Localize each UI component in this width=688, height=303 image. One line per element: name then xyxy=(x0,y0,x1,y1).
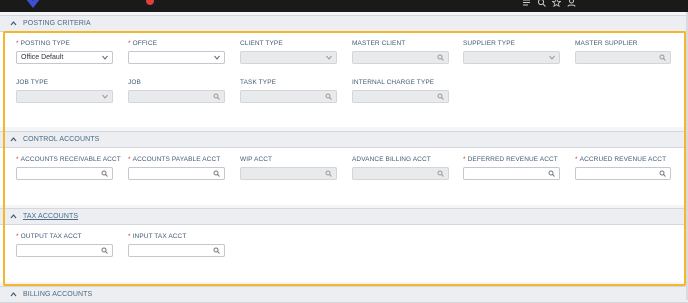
search-icon[interactable] xyxy=(101,247,108,254)
accrued-revenue-acct-label: * ACCRUED REVENUE ACCT xyxy=(575,156,667,163)
output-tax-acct-lookup[interactable] xyxy=(16,244,113,257)
master-supplier-lookup[interactable] xyxy=(575,51,671,64)
section-header-billing-accounts[interactable]: BILLING ACCOUNTS xyxy=(0,286,688,303)
master-client-label: MASTER CLIENT xyxy=(352,40,406,47)
supplier-type-select[interactable] xyxy=(463,51,560,64)
chevron-down-icon xyxy=(102,55,108,60)
search-icon[interactable] xyxy=(437,170,444,177)
chevron-up-icon[interactable] xyxy=(10,213,17,220)
posting-type-label: * POSTING TYPE xyxy=(16,40,70,47)
deferred-revenue-acct-lookup[interactable] xyxy=(463,167,560,180)
chevron-down-icon xyxy=(326,55,332,60)
search-icon[interactable] xyxy=(537,0,546,7)
star-icon[interactable] xyxy=(552,0,561,7)
search-icon[interactable] xyxy=(659,170,666,177)
section-header-tax-accounts[interactable]: TAX ACCOUNTS xyxy=(0,208,688,225)
task-type-lookup[interactable] xyxy=(240,90,337,103)
search-icon[interactable] xyxy=(437,54,444,61)
tax-accounts-panel: * OUTPUT TAX ACCT * INPUT TAX ACCT xyxy=(0,225,688,282)
job-type-select[interactable] xyxy=(16,90,113,103)
advance-billing-acct-label: ADVANCE BILLING ACCT xyxy=(352,156,431,163)
chevron-up-icon[interactable] xyxy=(10,136,17,143)
internal-charge-type-lookup[interactable] xyxy=(352,90,449,103)
job-lookup[interactable] xyxy=(128,90,225,103)
input-tax-acct-label: * INPUT TAX ACCT xyxy=(128,233,187,240)
control-accounts-panel: * ACCOUNTS RECEIVABLE ACCT * ACCOUNTS PAYA… xyxy=(0,148,688,205)
search-icon[interactable] xyxy=(213,170,220,177)
client-type-select[interactable] xyxy=(240,51,337,64)
ar-acct-lookup[interactable] xyxy=(16,167,113,180)
advance-billing-acct-lookup[interactable] xyxy=(352,167,449,180)
office-label: * OFFICE xyxy=(128,40,158,47)
ar-acct-label: * ACCOUNTS RECEIVABLE ACCT xyxy=(16,156,121,163)
master-supplier-label: MASTER SUPPLIER xyxy=(575,40,638,47)
chevron-up-icon[interactable] xyxy=(10,291,17,298)
search-icon[interactable] xyxy=(659,54,666,61)
job-type-label: JOB TYPE xyxy=(16,79,49,86)
accrued-revenue-acct-lookup[interactable] xyxy=(575,167,671,180)
chevron-down-icon xyxy=(549,55,555,60)
section-title: BILLING ACCOUNTS xyxy=(23,291,93,298)
search-icon[interactable] xyxy=(213,247,220,254)
master-client-lookup[interactable] xyxy=(352,51,449,64)
wip-acct-lookup[interactable] xyxy=(240,167,337,180)
search-icon[interactable] xyxy=(548,170,555,177)
user-icon[interactable] xyxy=(567,0,576,7)
section-title: POSTING CRITERIA xyxy=(23,20,91,27)
chevron-down-icon xyxy=(102,94,108,99)
office-select[interactable] xyxy=(128,51,225,64)
ap-acct-label: * ACCOUNTS PAYABLE ACCT xyxy=(128,156,221,163)
output-tax-acct-label: * OUTPUT TAX ACCT xyxy=(16,233,82,240)
ap-acct-lookup[interactable] xyxy=(128,167,225,180)
chevron-up-icon[interactable] xyxy=(10,20,17,27)
search-icon[interactable] xyxy=(213,93,220,100)
search-icon[interactable] xyxy=(437,93,444,100)
posting-criteria-panel: * POSTING TYPE * OFFICE CLIENT TYPE MASTER… xyxy=(0,32,688,127)
chevron-down-icon xyxy=(214,55,220,60)
section-header-control-accounts[interactable]: CONTROL ACCOUNTS xyxy=(0,131,688,148)
task-type-label: TASK TYPE xyxy=(240,79,277,86)
supplier-type-label: SUPPLIER TYPE xyxy=(463,40,516,47)
section-title: CONTROL ACCOUNTS xyxy=(23,136,100,143)
deferred-revenue-acct-label: * DEFERRED REVENUE ACCT xyxy=(463,156,558,163)
search-icon[interactable] xyxy=(325,93,332,100)
client-type-label: CLIENT TYPE xyxy=(240,40,283,47)
list-icon[interactable] xyxy=(522,0,531,7)
top-navigation-bar xyxy=(0,0,688,12)
input-tax-acct-lookup[interactable] xyxy=(128,244,225,257)
job-label: JOB xyxy=(128,79,141,86)
section-title: TAX ACCOUNTS xyxy=(23,213,79,220)
search-icon[interactable] xyxy=(325,170,332,177)
posting-type-select[interactable]: Office Default xyxy=(16,51,113,64)
notification-badge[interactable] xyxy=(146,0,154,5)
app-logo-icon xyxy=(26,0,40,8)
search-icon[interactable] xyxy=(101,170,108,177)
wip-acct-label: WIP ACCT xyxy=(240,156,273,163)
internal-charge-type-label: INTERNAL CHARGE TYPE xyxy=(352,79,435,86)
section-header-posting-criteria[interactable]: POSTING CRITERIA xyxy=(0,15,688,32)
toolbar-icons xyxy=(522,0,576,7)
